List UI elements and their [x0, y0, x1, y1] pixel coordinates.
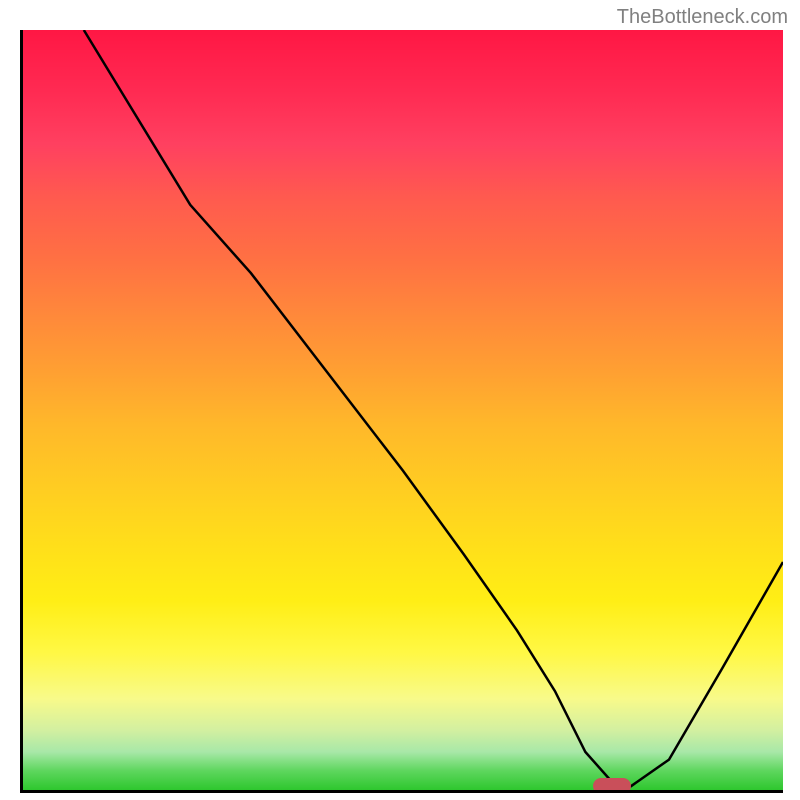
optimal-marker	[593, 778, 631, 793]
plot-area	[20, 30, 783, 793]
gradient-background	[23, 30, 783, 790]
chart-container: TheBottleneck.com	[0, 0, 800, 800]
watermark-text: TheBottleneck.com	[617, 6, 788, 29]
